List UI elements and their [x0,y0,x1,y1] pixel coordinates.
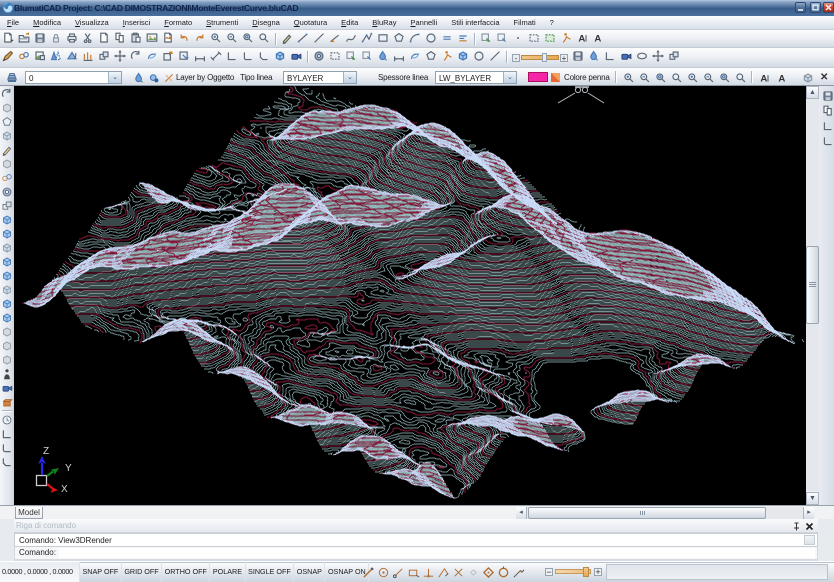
svg-text:Y: Y [65,463,72,474]
svg-text:A: A [778,74,785,84]
svg-text:A: A [578,34,585,44]
svg-text:A: A [760,74,767,84]
svg-text:X: X [61,484,68,495]
svg-text:Z: Z [43,446,49,457]
svg-text:A: A [594,34,601,44]
